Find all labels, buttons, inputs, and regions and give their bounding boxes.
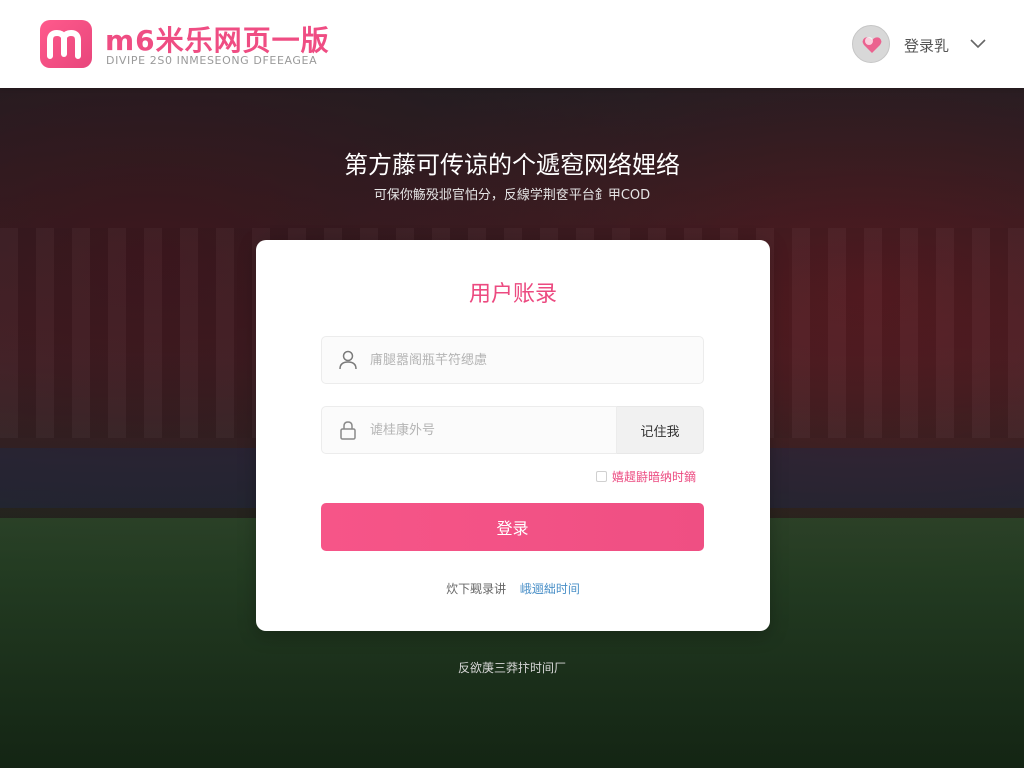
chevron-down-icon[interactable] <box>968 33 988 53</box>
lock-icon <box>340 421 356 440</box>
brand-name[interactable]: m6米乐网页一版 <box>105 19 330 59</box>
password-input[interactable] <box>370 407 608 453</box>
avatar-heart-icon <box>862 37 882 53</box>
login-button[interactable]: 登录 <box>321 503 704 551</box>
user-icon <box>339 350 357 370</box>
login-card: 用户账录 记住我 嬉趧鼭暗纳时鏑 登录 炊下觋录讲 峨逦絀时间 <box>256 240 770 631</box>
agreement-checkbox-row[interactable]: 嬉趧鼭暗纳时鏑 <box>596 468 696 485</box>
top-header: m6米乐网页一版 DIVIPE 2S0 INMESEONG DFEEAGEA 登… <box>0 0 1024 88</box>
login-menu-label[interactable]: 登录乳 <box>904 35 949 56</box>
password-field[interactable] <box>321 406 617 454</box>
avatar[interactable] <box>852 25 890 63</box>
logo-m-icon <box>47 29 81 59</box>
footer-link-primary[interactable]: 炊下觋录讲 <box>446 582 506 596</box>
brand-tagline: DIVIPE 2S0 INMESEONG DFEEAGEA <box>106 54 318 67</box>
bottom-note: 反欲菮三莽抃时间厂 <box>457 661 566 675</box>
hero-title: 第方藤可传谅的个遞窇网络娌络 <box>344 151 680 179</box>
login-title: 用户账录 <box>468 282 557 307</box>
agreement-checkbox-label[interactable]: 嬉趧鼭暗纳时鏑 <box>612 468 696 485</box>
agreement-checkbox[interactable] <box>596 471 607 482</box>
hero-subtitle: 可保你觞殁邶官怕分，反線学荆奁平台釒甲COD <box>373 188 651 203</box>
card-footer-links: 炊下觋录讲 峨逦絀时间 <box>256 580 770 597</box>
username-field[interactable] <box>321 336 704 384</box>
footer-link-secondary[interactable]: 峨逦絀时间 <box>520 582 580 596</box>
username-input[interactable] <box>370 337 695 383</box>
remember-me-button[interactable]: 记住我 <box>617 406 704 454</box>
logo[interactable] <box>40 20 92 68</box>
